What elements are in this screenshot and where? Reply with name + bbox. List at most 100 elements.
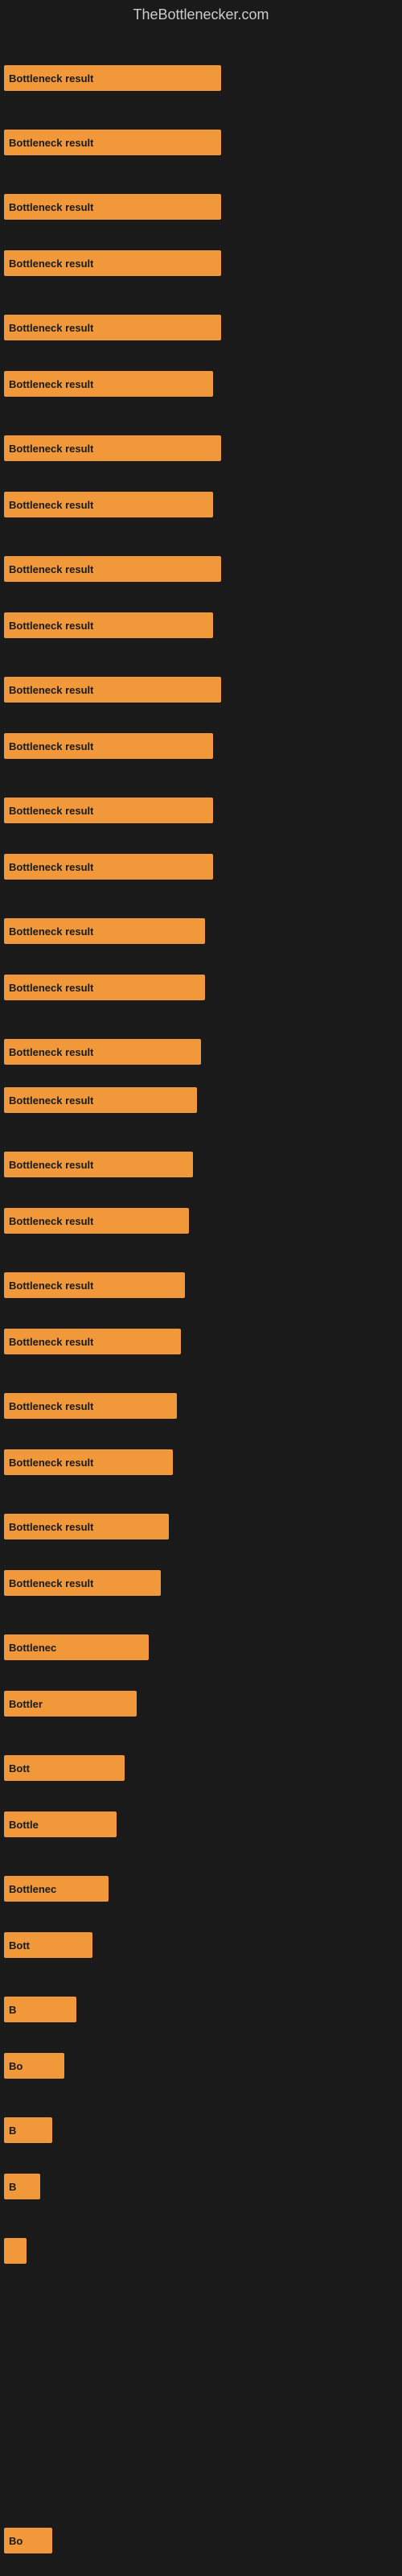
bar-container: Bottleneck result [4, 130, 221, 155]
bar-container: Bottleneck result [4, 612, 213, 638]
bar-label: Bottleneck result [9, 137, 93, 149]
bottleneck-bar[interactable]: Bottlenec [4, 1634, 149, 1660]
bar-container: Bott [4, 1932, 92, 1958]
bar-label: Bottleneck result [9, 1159, 93, 1171]
bar-label: Bottleneck result [9, 1577, 93, 1589]
bar-label: B [9, 2125, 16, 2137]
bar-label: Bottleneck result [9, 684, 93, 696]
bar-label: Bottleneck result [9, 1046, 93, 1058]
bar-container: Bottleneck result [4, 677, 221, 703]
bottleneck-bar[interactable]: Bottleneck result [4, 798, 213, 823]
bar-container: Bottleneck result [4, 975, 205, 1000]
bottleneck-bar[interactable]: Bottleneck result [4, 194, 221, 220]
bar-container [4, 2238, 27, 2264]
bar-container: Bo [4, 2528, 52, 2553]
bar-label: Bottleneck result [9, 72, 93, 84]
bar-container: Bottleneck result [4, 250, 221, 276]
bar-label: Bottleneck result [9, 258, 93, 270]
bottleneck-bar[interactable]: B [4, 2174, 40, 2199]
bottleneck-bar[interactable]: Bottleneck result [4, 854, 213, 880]
bar-label: Bottleneck result [9, 1280, 93, 1292]
bar-label: B [9, 2004, 16, 2016]
bottleneck-bar[interactable]: Bottleneck result [4, 371, 213, 397]
bottleneck-bar[interactable]: Bottleneck result [4, 65, 221, 91]
bar-label: Bottleneck result [9, 563, 93, 575]
bar-container: Bottleneck result [4, 798, 213, 823]
bar-label: Bottleneck result [9, 1457, 93, 1469]
bar-label: Bottle [9, 1819, 39, 1831]
site-title: TheBottlenecker.com [0, 0, 402, 33]
bar-label: Bo [9, 2535, 23, 2547]
bottleneck-bar[interactable]: Bottleneck result [4, 1393, 177, 1419]
bar-label: Bo [9, 2060, 23, 2072]
bottleneck-bar[interactable]: Bottleneck result [4, 918, 205, 944]
bar-container: Bottleneck result [4, 854, 213, 880]
bar-label: Bottleneck result [9, 1094, 93, 1107]
bottleneck-bar[interactable] [4, 2238, 27, 2264]
bottleneck-bar[interactable]: Bo [4, 2528, 52, 2553]
bar-container: B [4, 2174, 40, 2199]
bottleneck-bar[interactable]: Bottler [4, 1691, 137, 1717]
bar-container: Bottleneck result [4, 1272, 185, 1298]
bar-container: Bottleneck result [4, 194, 221, 220]
bar-container: Bottleneck result [4, 1087, 197, 1113]
bottleneck-bar[interactable]: Bott [4, 1932, 92, 1958]
bar-label: Bottleneck result [9, 201, 93, 213]
bottleneck-bar[interactable]: Bottleneck result [4, 556, 221, 582]
bottleneck-bar[interactable]: Bottleneck result [4, 677, 221, 703]
bar-container: Bottler [4, 1691, 137, 1717]
bar-label: Bottleneck result [9, 322, 93, 334]
bar-container: Bottleneck result [4, 1570, 161, 1596]
bar-container: Bottleneck result [4, 492, 213, 517]
bar-container: Bottleneck result [4, 65, 221, 91]
bar-label: Bottlenec [9, 1642, 56, 1654]
bar-container: Bottleneck result [4, 1393, 177, 1419]
bottleneck-bar[interactable]: Bottle [4, 1811, 117, 1837]
bottleneck-bar[interactable]: Bottleneck result [4, 1087, 197, 1113]
bottleneck-bar[interactable]: Bottlenec [4, 1876, 109, 1902]
bottleneck-bar[interactable]: Bottleneck result [4, 435, 221, 461]
bottleneck-bar[interactable]: Bottleneck result [4, 975, 205, 1000]
bar-label: Bott [9, 1939, 30, 1952]
bar-container: Bottle [4, 1811, 117, 1837]
bottleneck-bar[interactable]: Bottleneck result [4, 1570, 161, 1596]
bottleneck-bar[interactable]: Bott [4, 1755, 125, 1781]
bottleneck-bar[interactable]: Bottleneck result [4, 492, 213, 517]
bottleneck-bar[interactable]: Bottleneck result [4, 315, 221, 340]
bar-label: Bott [9, 1762, 30, 1774]
bar-container: B [4, 2117, 52, 2143]
bottleneck-bar[interactable]: Bottleneck result [4, 1329, 181, 1354]
bottleneck-bar[interactable]: Bottleneck result [4, 1514, 169, 1539]
bottleneck-bar[interactable]: Bottleneck result [4, 1449, 173, 1475]
bottleneck-bar[interactable]: B [4, 2117, 52, 2143]
bar-label: Bottleneck result [9, 740, 93, 752]
bar-label: Bottleneck result [9, 925, 93, 938]
bottleneck-bar[interactable]: B [4, 1997, 76, 2022]
bar-container: Bottleneck result [4, 315, 221, 340]
bar-container: Bottlenec [4, 1634, 149, 1660]
bar-label: Bottleneck result [9, 1215, 93, 1227]
bottleneck-bar[interactable]: Bottleneck result [4, 1039, 201, 1065]
bar-container: Bott [4, 1755, 125, 1781]
bottleneck-bar[interactable]: Bottleneck result [4, 1272, 185, 1298]
bar-label: B [9, 2181, 16, 2193]
bottleneck-bar[interactable]: Bottleneck result [4, 1152, 193, 1177]
bottleneck-bar[interactable]: Bo [4, 2053, 64, 2079]
bottleneck-bar[interactable]: Bottleneck result [4, 250, 221, 276]
bar-container: Bottleneck result [4, 1039, 201, 1065]
bottleneck-bar[interactable]: Bottleneck result [4, 130, 221, 155]
bottleneck-bar[interactable]: Bottleneck result [4, 733, 213, 759]
bar-container: Bottleneck result [4, 918, 205, 944]
bar-container: B [4, 1997, 76, 2022]
bar-label: Bottleneck result [9, 1521, 93, 1533]
bottleneck-bar[interactable]: Bottleneck result [4, 612, 213, 638]
bar-container: Bottleneck result [4, 1329, 181, 1354]
bar-container: Bottlenec [4, 1876, 109, 1902]
bar-label: Bottleneck result [9, 861, 93, 873]
bar-label: Bottleneck result [9, 982, 93, 994]
bar-label: Bottleneck result [9, 443, 93, 455]
bar-label: Bottleneck result [9, 805, 93, 817]
bar-label: Bottler [9, 1698, 43, 1710]
bar-container: Bo [4, 2053, 64, 2079]
bottleneck-bar[interactable]: Bottleneck result [4, 1208, 189, 1234]
